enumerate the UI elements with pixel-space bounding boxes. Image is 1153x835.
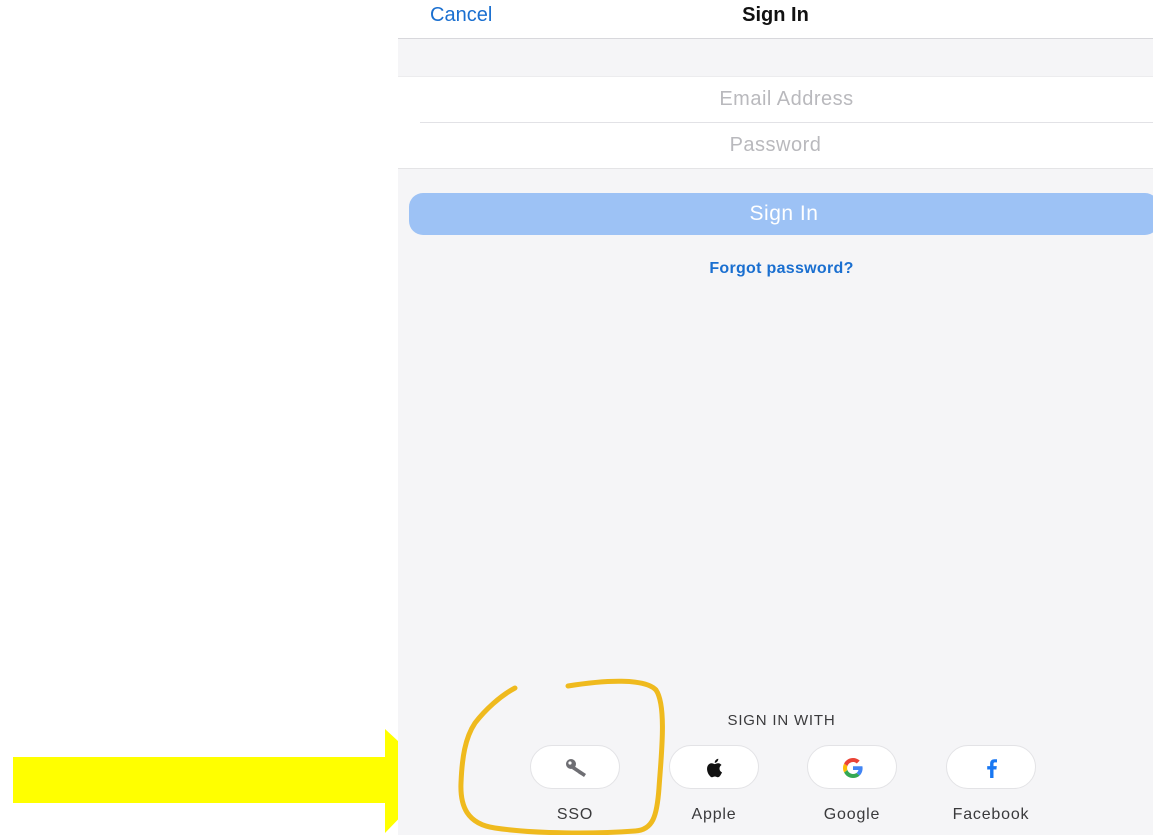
apple-icon [707, 758, 722, 778]
google-icon-circle[interactable] [807, 745, 897, 789]
apple-button[interactable]: Apple [669, 745, 759, 825]
annotation-arrow [13, 729, 438, 833]
sign-in-button[interactable]: Sign In [409, 193, 1153, 235]
password-field[interactable] [398, 123, 1153, 168]
facebook-icon [987, 759, 997, 778]
google-button[interactable]: Google [807, 745, 897, 825]
email-field[interactable] [420, 77, 1153, 123]
annotation-circle [458, 678, 665, 835]
page-title: Sign In [742, 4, 809, 26]
forgot-password-link[interactable]: Forgot password? [398, 260, 1153, 278]
google-label: Google [823, 806, 881, 823]
facebook-label: Facebook [952, 806, 1030, 823]
facebook-icon-circle[interactable] [946, 745, 1036, 789]
credentials-form [398, 76, 1153, 169]
google-icon [843, 758, 863, 778]
apple-icon-circle[interactable] [669, 745, 759, 789]
facebook-button[interactable]: Facebook [946, 745, 1036, 825]
navigation-bar: Cancel Sign In [398, 0, 1153, 39]
